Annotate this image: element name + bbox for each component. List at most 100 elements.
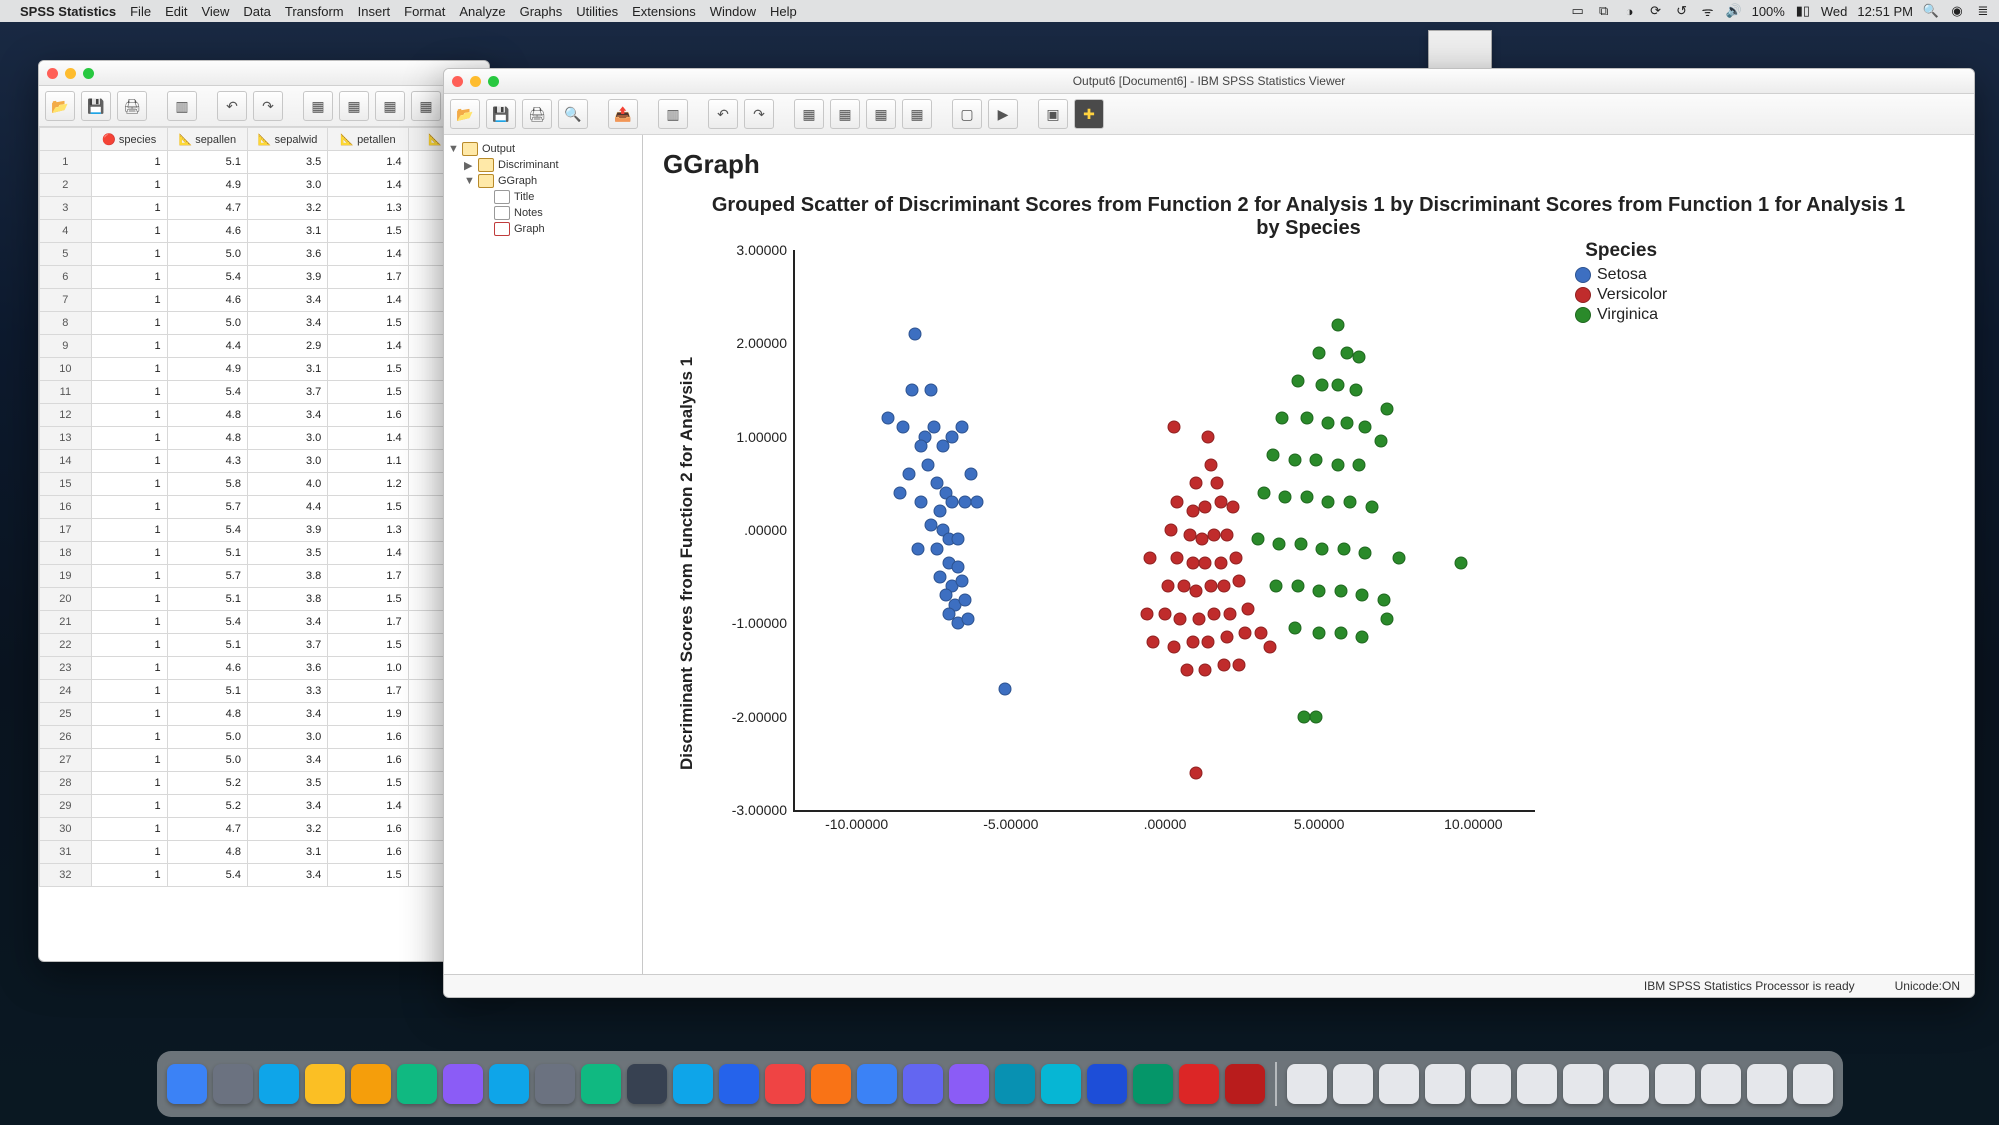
designate-window-icon[interactable]: ▢ bbox=[952, 99, 982, 129]
dock-minimized-icon[interactable] bbox=[1609, 1064, 1649, 1104]
cell[interactable]: 1 bbox=[91, 151, 167, 174]
row-header[interactable]: 29 bbox=[40, 795, 92, 818]
cell[interactable]: 3.4 bbox=[247, 703, 327, 726]
collapse-icon[interactable]: ▣ bbox=[1038, 99, 1068, 129]
dock-minimized-icon[interactable] bbox=[1793, 1064, 1833, 1104]
menu-format[interactable]: Format bbox=[404, 4, 445, 19]
cell[interactable]: 3.5 bbox=[247, 542, 327, 565]
cell[interactable]: 1.6 bbox=[328, 841, 408, 864]
row-header[interactable]: 13 bbox=[40, 427, 92, 450]
menu-view[interactable]: View bbox=[201, 4, 229, 19]
cell[interactable]: 1 bbox=[91, 772, 167, 795]
cell[interactable]: 3.7 bbox=[247, 634, 327, 657]
cell[interactable]: 5.2 bbox=[167, 772, 247, 795]
dock-app-icon[interactable] bbox=[351, 1064, 391, 1104]
cell[interactable]: 3.4 bbox=[247, 795, 327, 818]
dock-app-icon[interactable] bbox=[305, 1064, 345, 1104]
row-header[interactable]: 11 bbox=[40, 381, 92, 404]
time-machine-icon[interactable]: ↺ bbox=[1674, 3, 1690, 19]
dock-minimized-icon[interactable] bbox=[1425, 1064, 1465, 1104]
variables-icon[interactable]: ▦ bbox=[866, 99, 896, 129]
cell[interactable]: 4.6 bbox=[167, 289, 247, 312]
row-header[interactable]: 7 bbox=[40, 289, 92, 312]
cell[interactable]: 3.0 bbox=[247, 427, 327, 450]
recall-dialog-icon[interactable]: ▥ bbox=[658, 99, 688, 129]
cell[interactable]: 1 bbox=[91, 450, 167, 473]
cell[interactable]: 4.3 bbox=[167, 450, 247, 473]
app-name[interactable]: SPSS Statistics bbox=[20, 4, 116, 19]
cell[interactable]: 1 bbox=[91, 818, 167, 841]
row-header[interactable]: 12 bbox=[40, 404, 92, 427]
battery-icon[interactable]: ▮▯ bbox=[1795, 3, 1811, 19]
menu-file[interactable]: File bbox=[130, 4, 151, 19]
dock-app-icon[interactable] bbox=[1041, 1064, 1081, 1104]
redo-icon[interactable]: ↷ bbox=[744, 99, 774, 129]
cell[interactable]: 1.4 bbox=[328, 335, 408, 358]
row-header[interactable]: 8 bbox=[40, 312, 92, 335]
cell[interactable]: 1.5 bbox=[328, 588, 408, 611]
cell[interactable]: 1 bbox=[91, 404, 167, 427]
cell[interactable]: 1 bbox=[91, 542, 167, 565]
cell[interactable]: 1 bbox=[91, 726, 167, 749]
cell[interactable]: 5.0 bbox=[167, 749, 247, 772]
cell[interactable]: 3.4 bbox=[247, 611, 327, 634]
row-header[interactable]: 21 bbox=[40, 611, 92, 634]
cell[interactable]: 1.5 bbox=[328, 864, 408, 887]
cell[interactable]: 1.5 bbox=[328, 312, 408, 335]
cell[interactable]: 1 bbox=[91, 611, 167, 634]
close-icon[interactable] bbox=[47, 68, 58, 79]
cell[interactable]: 3.4 bbox=[247, 749, 327, 772]
cell[interactable]: 1 bbox=[91, 289, 167, 312]
cell[interactable]: 4.4 bbox=[247, 496, 327, 519]
row-header[interactable]: 23 bbox=[40, 657, 92, 680]
cell[interactable]: 1 bbox=[91, 749, 167, 772]
cell[interactable]: 3.5 bbox=[247, 772, 327, 795]
row-header[interactable]: 6 bbox=[40, 266, 92, 289]
cell[interactable]: 5.8 bbox=[167, 473, 247, 496]
data-grid[interactable]: 🔴 species📐 sepallen📐 sepalwid📐 petallen📐… bbox=[39, 127, 489, 961]
cell[interactable]: 1 bbox=[91, 703, 167, 726]
row-header[interactable]: 18 bbox=[40, 542, 92, 565]
cell[interactable]: 4.8 bbox=[167, 404, 247, 427]
cell[interactable]: 1.4 bbox=[328, 542, 408, 565]
menu-graphs[interactable]: Graphs bbox=[520, 4, 563, 19]
cell[interactable]: 1.6 bbox=[328, 726, 408, 749]
cell[interactable]: 1.4 bbox=[328, 427, 408, 450]
dock-app-icon[interactable] bbox=[857, 1064, 897, 1104]
cell[interactable]: 1 bbox=[91, 381, 167, 404]
cell[interactable]: 1 bbox=[91, 657, 167, 680]
cell[interactable]: 5.0 bbox=[167, 243, 247, 266]
cell[interactable]: 3.0 bbox=[247, 726, 327, 749]
cell[interactable]: 3.2 bbox=[247, 197, 327, 220]
cell[interactable]: 1 bbox=[91, 335, 167, 358]
cell[interactable]: 1.7 bbox=[328, 611, 408, 634]
dock-app-icon[interactable] bbox=[811, 1064, 851, 1104]
cell[interactable]: 5.7 bbox=[167, 565, 247, 588]
dock-minimized-icon[interactable] bbox=[1287, 1064, 1327, 1104]
cell[interactable]: 1.7 bbox=[328, 565, 408, 588]
window-thumbnail[interactable] bbox=[1428, 30, 1492, 70]
cell[interactable]: 3.4 bbox=[247, 404, 327, 427]
row-header[interactable]: 3 bbox=[40, 197, 92, 220]
menu-help[interactable]: Help bbox=[770, 4, 797, 19]
column-header[interactable]: 📐 sepalwid bbox=[247, 128, 327, 151]
cell[interactable]: 1 bbox=[91, 795, 167, 818]
cell[interactable]: 5.1 bbox=[167, 151, 247, 174]
siri-icon[interactable]: ◉ bbox=[1949, 3, 1965, 19]
outline-root[interactable]: Output bbox=[482, 143, 515, 155]
cell[interactable]: 3.0 bbox=[247, 450, 327, 473]
cell[interactable]: 1 bbox=[91, 312, 167, 335]
dock-minimized-icon[interactable] bbox=[1379, 1064, 1419, 1104]
dock-minimized-icon[interactable] bbox=[1655, 1064, 1695, 1104]
cell[interactable]: 3.1 bbox=[247, 220, 327, 243]
column-header[interactable]: 🔴 species bbox=[91, 128, 167, 151]
cell[interactable]: 1 bbox=[91, 680, 167, 703]
cell[interactable]: 5.1 bbox=[167, 588, 247, 611]
cell[interactable]: 4.6 bbox=[167, 657, 247, 680]
cell[interactable]: 3.1 bbox=[247, 358, 327, 381]
cell[interactable]: 3.4 bbox=[247, 312, 327, 335]
dock-minimized-icon[interactable] bbox=[1563, 1064, 1603, 1104]
row-header[interactable]: 17 bbox=[40, 519, 92, 542]
cell[interactable]: 5.4 bbox=[167, 864, 247, 887]
dock[interactable] bbox=[157, 1051, 1843, 1117]
